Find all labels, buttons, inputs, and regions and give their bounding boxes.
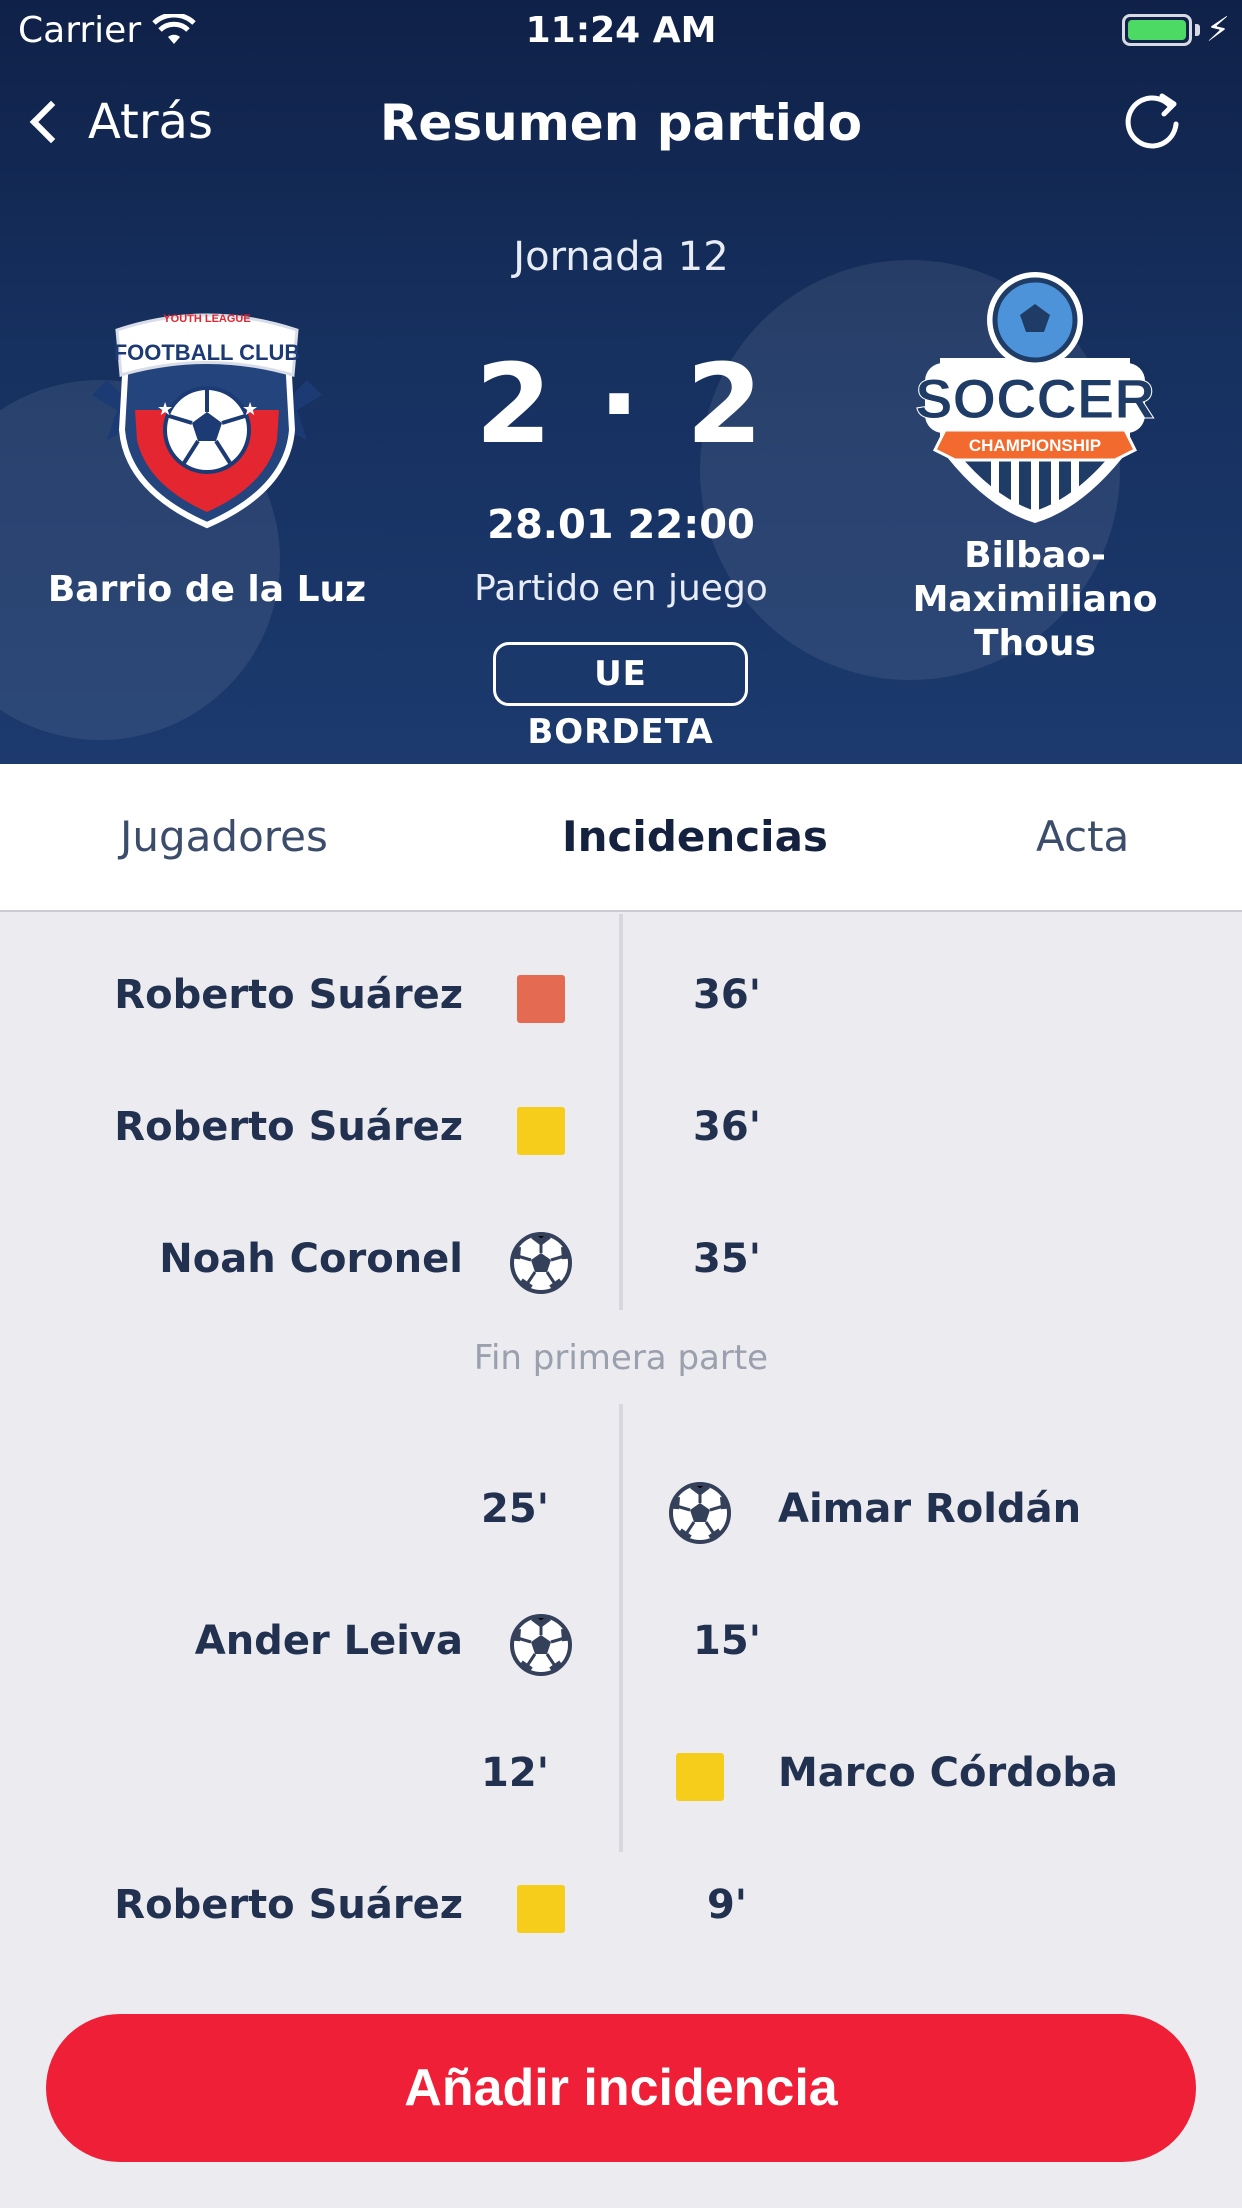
incident-minute: 35' [693,1236,761,1282]
incident-row[interactable]: 12' Marco Córdoba [0,1734,1242,1814]
soccer-ball-icon [667,1480,733,1546]
player-name: Roberto Suárez [114,1882,463,1928]
navigation-bar: Atrás Resumen partido [0,80,1242,170]
charging-icon: ⚡ [1206,10,1230,50]
incident-row[interactable]: Roberto Suárez 36' [0,1088,1242,1168]
back-button[interactable]: Atrás [24,94,213,150]
refresh-icon[interactable] [1118,84,1188,154]
soccer-ball-icon [508,1230,574,1296]
yellow-card-icon [508,1098,574,1164]
tab-acta[interactable]: Acta [1036,812,1129,861]
player-name: Ander Leiva [194,1618,463,1664]
yellow-card-icon [667,1744,733,1810]
battery-tip [1195,24,1200,36]
incident-minute: 25' [481,1486,549,1532]
soccer-ball-icon [508,1612,574,1678]
incident-row[interactable]: Noah Coronel 35' [0,1220,1242,1300]
chevron-left-icon [29,100,73,144]
halftime-divider: Fin primera parte [473,1338,769,1378]
red-card-icon [508,966,574,1032]
incident-row[interactable]: 25' Aimar Roldán [0,1470,1242,1550]
tab-incidencias[interactable]: Incidencias [562,812,828,861]
incident-minute: 12' [481,1750,549,1796]
battery-icon [1122,14,1192,46]
add-incident-button[interactable]: Añadir incidencia [46,2014,1196,2162]
svg-text:YOUTH LEAGUE: YOUTH LEAGUE [163,313,250,325]
back-label: Atrás [88,94,213,150]
tab-jugadores[interactable]: Jugadores [120,812,328,861]
player-name: Marco Córdoba [778,1750,1118,1796]
incident-row[interactable]: Roberto Suárez 9' [0,1866,1242,1946]
clock: 11:24 AM [525,10,717,51]
player-name: Noah Coronel [159,1236,463,1282]
away-team-name: Bilbao-Maximiliano Thous [912,535,1158,664]
svg-text:SOCCER: SOCCER [915,367,1155,430]
incident-minute: 36' [693,972,761,1018]
incident-minute: 9' [706,1882,748,1928]
player-name: Aimar Roldán [778,1486,1082,1532]
incident-row[interactable]: Roberto Suárez 36' [0,956,1242,1036]
player-name: Roberto Suárez [114,1104,463,1150]
match-header: Carrier 11:24 AM ⚡ Atrás Resumen partido… [0,0,1242,764]
away-team-logo: SOCCER CHAMPIONSHIP [915,272,1155,523]
player-name: Roberto Suárez [114,972,463,1018]
away-team[interactable]: SOCCER CHAMPIONSHIP Bilbao-Maximiliano T… [855,272,1215,666]
svg-text:CHAMPIONSHIP: CHAMPIONSHIP [969,436,1101,455]
venue-badge[interactable]: UE BORDETA [493,642,748,752]
incident-row[interactable]: Ander Leiva 15' [0,1602,1242,1682]
tab-bar: Jugadores Incidencias Acta [0,764,1242,912]
status-bar: Carrier 11:24 AM ⚡ [0,0,1242,60]
yellow-card-icon [508,1876,574,1942]
incident-minute: 36' [693,1104,761,1150]
incident-minute: 15' [693,1618,761,1664]
